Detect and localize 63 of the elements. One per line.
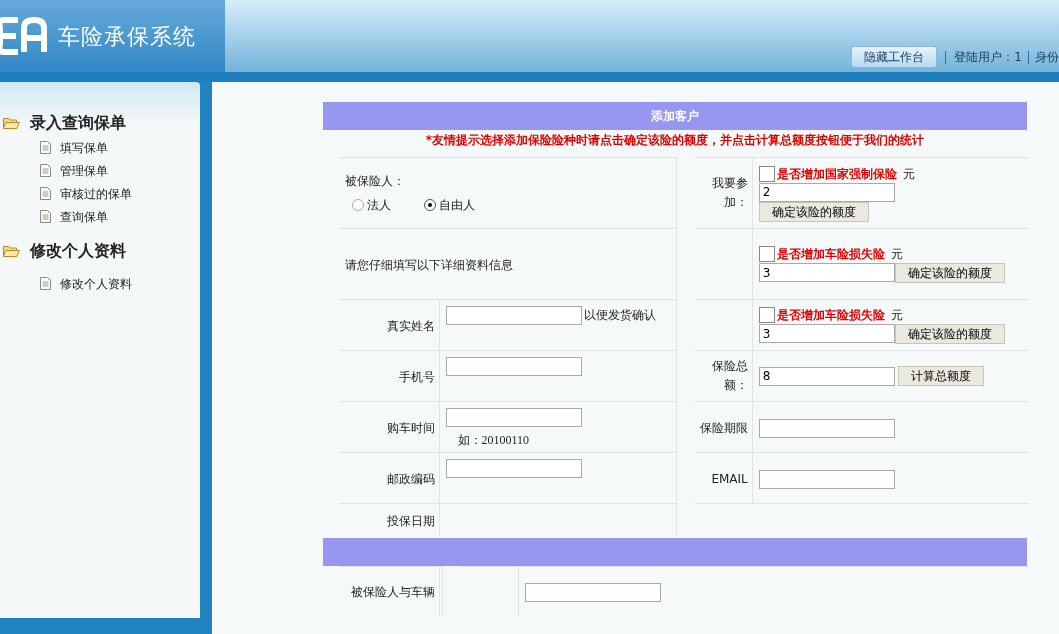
field-label: 保险期限 xyxy=(699,420,748,437)
user-info: 登陆用户：1 xyxy=(954,49,1022,66)
radio-button[interactable] xyxy=(424,199,436,211)
input-field[interactable] xyxy=(524,582,661,602)
field-label: 保险总额： xyxy=(710,357,748,394)
input-field[interactable]: 8 xyxy=(758,366,895,386)
unit-label: 元 xyxy=(890,307,903,324)
document-icon xyxy=(40,187,51,200)
unit-label: 元 xyxy=(890,246,903,263)
input-field[interactable]: 3 xyxy=(758,324,895,343)
menu-item[interactable]: 填写保单 xyxy=(60,138,108,157)
menu-item[interactable]: 管理保单 xyxy=(60,161,108,180)
example-text: 如：20100110 xyxy=(456,432,531,449)
field-note: 以便发货确认 xyxy=(583,307,656,324)
logo-icon xyxy=(0,16,48,56)
folder-icon xyxy=(3,245,20,257)
document-icon xyxy=(40,277,51,290)
field-label: 邮政编码 xyxy=(386,472,435,486)
checkbox[interactable] xyxy=(758,165,775,182)
confirm-button[interactable]: 确定该险的额度 xyxy=(758,201,869,222)
insurance-option-label: 是否增加车险损失险 xyxy=(776,307,885,324)
checkbox[interactable] xyxy=(758,307,775,323)
field-label: 被保险人与车辆 xyxy=(350,585,435,600)
confirm-button[interactable]: 确定该险的额度 xyxy=(894,324,1005,344)
input-field[interactable]: 3 xyxy=(758,263,895,282)
field-label: 我要参加： xyxy=(710,174,748,211)
input-field[interactable] xyxy=(445,459,582,478)
field-label: 投保日期 xyxy=(386,513,435,528)
field-label: EMAIL xyxy=(711,471,748,488)
app-title: 车险承保系统 xyxy=(58,22,196,51)
confirm-button[interactable]: 计算总额度 xyxy=(897,366,984,386)
folder-icon xyxy=(3,117,20,129)
identity-label: 身份 xyxy=(1035,49,1059,66)
insurance-option-label: 是否增加车险损失险 xyxy=(776,246,885,263)
field-label: 手机号 xyxy=(398,370,435,384)
input-field[interactable]: 2 xyxy=(758,182,895,202)
input-field[interactable] xyxy=(445,306,582,325)
radio-label: 自由人 xyxy=(439,197,475,214)
radio-button[interactable] xyxy=(352,199,364,211)
input-field[interactable] xyxy=(445,357,582,376)
radio-label: 法人 xyxy=(367,197,391,214)
document-icon xyxy=(40,164,51,177)
checkbox[interactable] xyxy=(758,246,775,262)
hint-text: *友情提示选择添加保险险种时请点击确定该险的额度，并点击计算总额度按钮便于我们的统计 xyxy=(424,132,926,149)
instruction-text: 请您仔细填写以下详细资料信息 xyxy=(345,258,513,272)
menu-item[interactable]: 审核过的保单 xyxy=(60,184,132,203)
input-field[interactable] xyxy=(758,469,895,489)
menu-item[interactable]: 查询保单 xyxy=(60,207,108,226)
menu-group-title[interactable]: 录入查询保单 xyxy=(30,111,126,135)
field-label: 被保险人： xyxy=(345,173,406,190)
menu-item[interactable]: 修改个人资料 xyxy=(60,274,132,293)
menu-group-title[interactable]: 修改个人资料 xyxy=(30,239,126,263)
form-title: 添加客户 xyxy=(651,108,699,125)
field-label: 购车时间 xyxy=(386,421,435,435)
input-field[interactable] xyxy=(445,408,582,427)
hide-workbench-button[interactable]: 隐藏工作台 xyxy=(851,46,938,68)
confirm-button[interactable]: 确定该险的额度 xyxy=(894,263,1005,283)
insurance-option-label: 是否增加国家强制保险 xyxy=(776,165,897,183)
input-field[interactable] xyxy=(758,418,895,438)
field-label: 真实姓名 xyxy=(386,319,435,333)
document-icon xyxy=(40,141,51,154)
unit-label: 元 xyxy=(902,165,915,183)
document-icon xyxy=(40,210,51,223)
